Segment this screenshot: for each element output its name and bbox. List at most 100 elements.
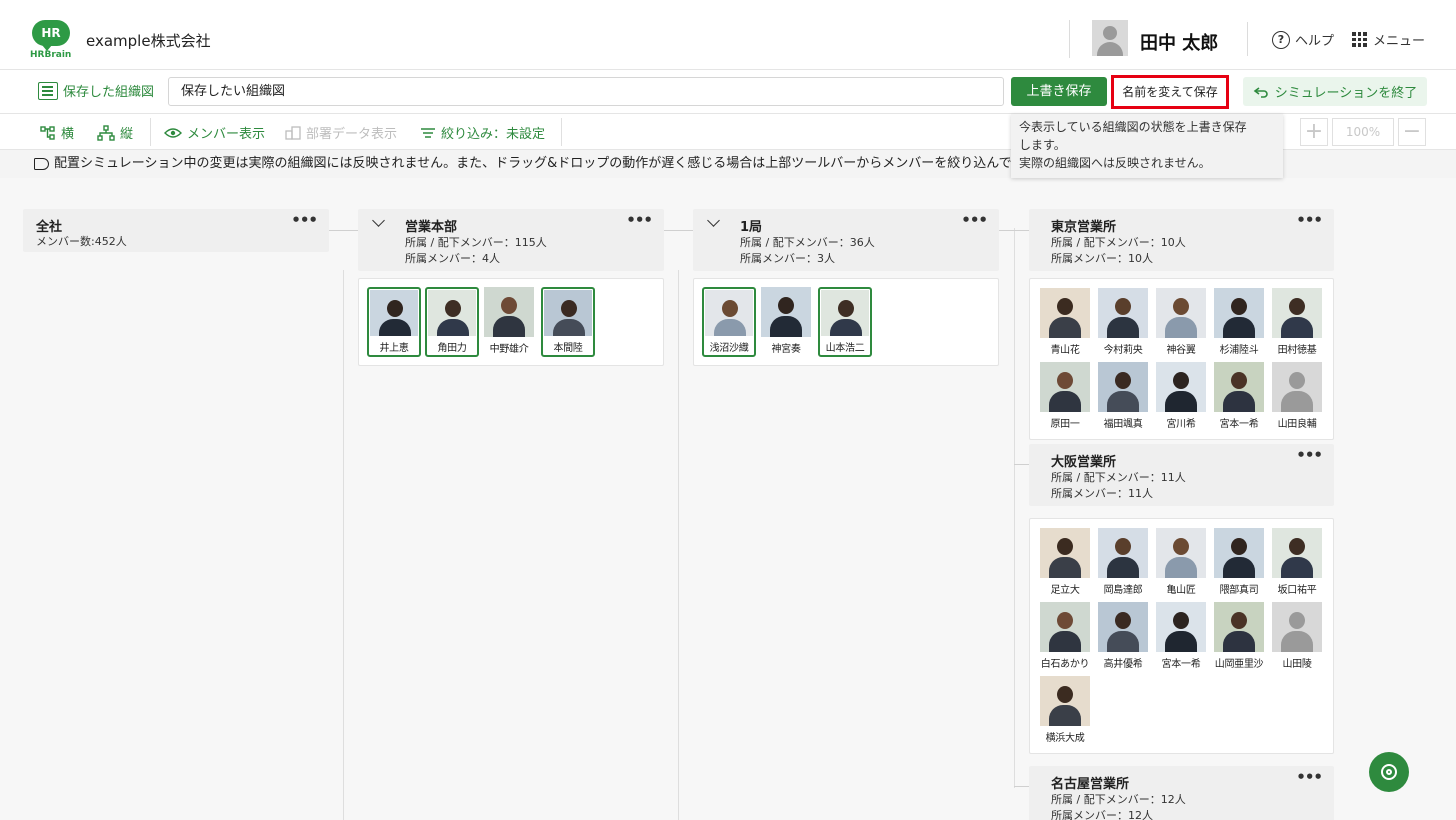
member-name: 山本浩二	[825, 343, 865, 354]
member-card[interactable]: 本間陸	[541, 287, 595, 357]
member-card[interactable]: 今村莉央	[1097, 288, 1149, 356]
member-card[interactable]: 宮本一希	[1213, 362, 1265, 430]
hrbrain-logo[interactable]: HR HRBrain	[30, 20, 72, 62]
filter-lines-icon	[421, 127, 435, 138]
member-card[interactable]: 高井優希	[1097, 602, 1149, 670]
member-name: 角田力	[437, 343, 467, 354]
member-card[interactable]: 井上恵	[367, 287, 421, 357]
member-card[interactable]: 宮本一希	[1155, 602, 1207, 670]
member-card[interactable]: 浅沼沙織	[702, 287, 756, 357]
chevron-down-icon[interactable]	[707, 214, 720, 227]
member-card[interactable]: 角田力	[425, 287, 479, 357]
member-card[interactable]: 杉浦陸斗	[1213, 288, 1265, 356]
member-card[interactable]: 白石あかり	[1039, 602, 1091, 670]
menu-label: メニュー	[1373, 34, 1426, 49]
member-card[interactable]: 横浜大成	[1039, 676, 1091, 744]
more-options-icon[interactable]: •••	[1296, 446, 1323, 464]
saved-charts-label: 保存した組織図	[63, 85, 155, 100]
more-options-icon[interactable]: •••	[1296, 768, 1323, 786]
menu-button[interactable]: メニュー	[1352, 30, 1425, 49]
org-node-tokyo[interactable]: 東京営業所 所属 / 配下メンバー：10人 所属メンバー：10人 •••	[1029, 209, 1334, 271]
member-name: 岡島達郎	[1103, 585, 1143, 596]
member-card[interactable]: 青山花	[1039, 288, 1091, 356]
member-name: 田村徳基	[1277, 345, 1317, 356]
end-simulation-button[interactable]: シミュレーションを終了	[1243, 77, 1427, 106]
save-as-button[interactable]: 名前を変えて保存	[1111, 75, 1229, 109]
member-name: 宮本一希	[1161, 659, 1201, 670]
more-options-icon[interactable]: •••	[961, 211, 988, 229]
dept-data-label: 部署データ表示	[306, 127, 398, 142]
member-name: 青山花	[1050, 345, 1080, 356]
node-name: 名古屋営業所	[1051, 777, 1130, 792]
overwrite-save-button[interactable]: 上書き保存	[1011, 77, 1107, 106]
chart-name-input[interactable]: 保存したい組織図	[168, 77, 1004, 106]
tooltip-line: します。	[1019, 138, 1066, 152]
layout-vertical-button[interactable]: 縦	[97, 123, 133, 142]
member-card[interactable]: 坂口祐平	[1271, 528, 1323, 596]
member-card[interactable]: 田村徳基	[1271, 288, 1323, 356]
saved-charts-button[interactable]: 保存した組織図	[38, 81, 154, 100]
dept-data-button[interactable]: 部署データ表示	[285, 123, 397, 142]
org-chart-canvas[interactable]: 全社 メンバー数:452人 ••• 営業本部 所属 / 配下メンバー：115人 …	[0, 178, 1456, 820]
more-options-icon[interactable]: •••	[291, 211, 318, 229]
org-node-bureau1[interactable]: 1局 所属 / 配下メンバー：36人 所属メンバー：3人 •••	[693, 209, 999, 271]
zoom-out-button[interactable]: −	[1398, 118, 1426, 146]
node-direct-members: 所属メンバー：12人	[1051, 809, 1153, 820]
show-members-label: メンバー表示	[187, 127, 266, 142]
member-card[interactable]: 山本浩二	[818, 287, 872, 357]
member-photo	[544, 290, 592, 336]
chevron-down-icon[interactable]	[372, 214, 385, 227]
member-photo	[1098, 528, 1148, 578]
member-card[interactable]: 亀山匠	[1155, 528, 1207, 596]
zoom-in-button[interactable]: +	[1300, 118, 1328, 146]
connector	[999, 230, 1029, 231]
member-photo	[1040, 528, 1090, 578]
member-card[interactable]: 山田良輔	[1271, 362, 1323, 430]
connector	[329, 230, 358, 231]
member-card[interactable]: 神宮奏	[760, 287, 812, 355]
vertical-label: 縦	[120, 127, 134, 142]
tree-vertical-icon	[97, 124, 115, 141]
member-card[interactable]: 岡島達郎	[1097, 528, 1149, 596]
member-name: 宮本一希	[1219, 419, 1259, 430]
user-avatar[interactable]	[1092, 20, 1128, 56]
node-direct-members: 所属メンバー：11人	[1051, 487, 1153, 500]
member-card[interactable]: 足立大	[1039, 528, 1091, 596]
member-name: 杉浦陸斗	[1219, 345, 1259, 356]
org-node-root[interactable]: 全社 メンバー数:452人 •••	[23, 209, 329, 252]
user-circle-icon	[1381, 764, 1397, 780]
layout-horizontal-button[interactable]: 横	[40, 123, 74, 142]
show-members-button[interactable]: メンバー表示	[164, 123, 265, 142]
member-photo	[1156, 288, 1206, 338]
member-card[interactable]: 隈部真司	[1213, 528, 1265, 596]
user-name[interactable]: 田中 太郎	[1140, 29, 1218, 55]
member-card[interactable]: 中野雄介	[483, 287, 535, 355]
member-card[interactable]: 福田颯真	[1097, 362, 1149, 430]
member-card[interactable]: 神谷翼	[1155, 288, 1207, 356]
member-name: 山岡亜里沙	[1214, 659, 1264, 670]
org-node-osaka[interactable]: 大阪営業所 所属 / 配下メンバー：11人 所属メンバー：11人 •••	[1029, 444, 1334, 506]
member-photo	[1272, 288, 1322, 338]
more-options-icon[interactable]: •••	[1296, 211, 1323, 229]
member-list-osaka: 足立大 岡島達郎 亀山匠 隈部真司 坂口祐平白石あかり 高井優希 宮本一希 山岡亜里沙 山田陵横…	[1029, 518, 1334, 754]
member-photo	[370, 290, 418, 336]
help-button[interactable]: ? ヘルプ	[1272, 30, 1334, 49]
org-node-nagoya[interactable]: 名古屋営業所 所属 / 配下メンバー：12人 所属メンバー：12人 •••	[1029, 766, 1334, 820]
member-photo	[1214, 288, 1264, 338]
more-options-icon[interactable]: •••	[626, 211, 653, 229]
tooltip-line: 実際の組織図へは反映されません。	[1019, 156, 1211, 170]
member-name: 高井優希	[1103, 659, 1143, 670]
divider	[561, 118, 562, 146]
member-card[interactable]: 山田陵	[1271, 602, 1323, 670]
member-card[interactable]: 原田一	[1039, 362, 1091, 430]
member-card[interactable]: 宮川希	[1155, 362, 1207, 430]
overwrite-tooltip: 今表示している組織図の状態を上書き保存 します。 実際の組織図へは反映されません…	[1011, 114, 1283, 178]
account-fab-button[interactable]	[1369, 752, 1409, 792]
member-name: 足立大	[1050, 585, 1080, 596]
member-name: 今村莉央	[1103, 345, 1143, 356]
connector	[1014, 464, 1029, 465]
org-node-sales-hq[interactable]: 営業本部 所属 / 配下メンバー：115人 所属メンバー：4人 •••	[358, 209, 664, 271]
company-name: example株式会社	[86, 32, 211, 50]
member-card[interactable]: 山岡亜里沙	[1213, 602, 1265, 670]
filter-button[interactable]: 絞り込み：未設定	[420, 123, 545, 142]
